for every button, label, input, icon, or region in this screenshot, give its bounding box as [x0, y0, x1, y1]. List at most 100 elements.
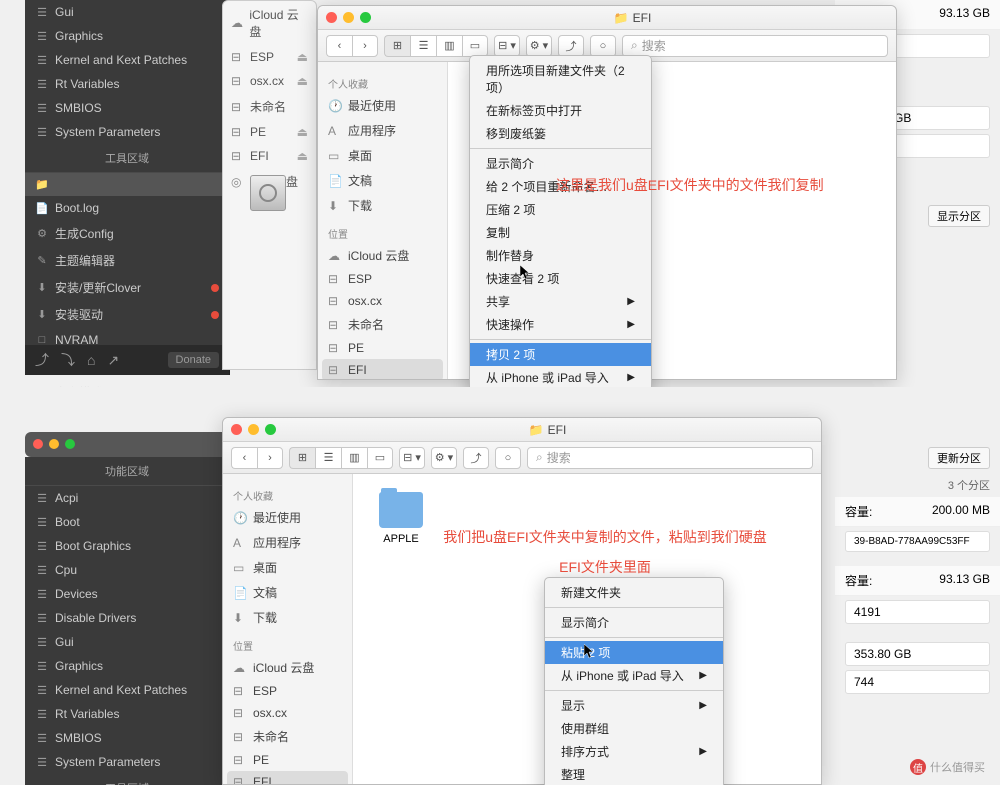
- clover-item[interactable]: ⚙生成Config: [25, 220, 229, 247]
- minimize-icon[interactable]: [343, 12, 354, 23]
- finder-sidebar-item[interactable]: ⬇下载: [318, 193, 447, 218]
- clover-item[interactable]: ☰Kernel and Kext Patches: [25, 678, 229, 702]
- menu-item[interactable]: 复制: [470, 221, 651, 244]
- export-icon[interactable]: ⤴: [35, 350, 49, 370]
- forward-button[interactable]: ›: [257, 447, 283, 469]
- finder-sidebar-item[interactable]: ☁iCloud 云盘: [223, 655, 352, 680]
- finder-sidebar-item[interactable]: 📄文稿: [223, 580, 352, 605]
- finder-sidebar-item[interactable]: A应用程序: [223, 530, 352, 555]
- minimize-icon[interactable]: [49, 439, 59, 449]
- clover-item[interactable]: ☰Boot Graphics: [25, 534, 229, 558]
- view-list-button[interactable]: ☰: [410, 35, 436, 57]
- view-gallery-button[interactable]: ▭: [367, 447, 393, 469]
- clover-item[interactable]: ☰Gui: [25, 630, 229, 654]
- finder-sidebar-item[interactable]: ⊟ESP: [223, 680, 352, 702]
- tags-button[interactable]: ○: [590, 35, 616, 57]
- behind-sidebar-item[interactable]: ⊟EFI⏏: [223, 144, 316, 168]
- menu-item[interactable]: 整理: [545, 763, 723, 785]
- menu-item[interactable]: 从 iPhone 或 iPad 导入▶: [545, 664, 723, 687]
- finder-sidebar-item[interactable]: ⊟未命名: [223, 724, 352, 749]
- finder-sidebar-item[interactable]: ⊟未命名: [318, 312, 447, 337]
- menu-item[interactable]: 在新标签页中打开: [470, 99, 651, 122]
- finder-sidebar-item[interactable]: 🕐最近使用: [223, 505, 352, 530]
- clover-item[interactable]: ⬇安装/更新Clover: [25, 274, 229, 301]
- menu-item[interactable]: 制作替身: [470, 244, 651, 267]
- behind-sidebar-item[interactable]: ⊟PE⏏: [223, 120, 316, 144]
- menu-item[interactable]: 移到废纸篓: [470, 122, 651, 145]
- home-icon[interactable]: ⌂: [87, 352, 95, 368]
- minimize-icon[interactable]: [248, 424, 259, 435]
- view-column-button[interactable]: ▥: [436, 35, 462, 57]
- share-button[interactable]: ⤴: [463, 447, 489, 469]
- search-input[interactable]: ⌕搜索: [527, 447, 813, 469]
- menu-item[interactable]: 快速操作▶: [470, 313, 651, 336]
- view-icon-button[interactable]: ⊞: [384, 35, 410, 57]
- share-icon[interactable]: ↗: [107, 352, 119, 369]
- clover-item[interactable]: ☰System Parameters: [25, 750, 229, 774]
- close-icon[interactable]: [231, 424, 242, 435]
- view-column-button[interactable]: ▥: [341, 447, 367, 469]
- group-button[interactable]: ⊟ ▾: [399, 447, 425, 469]
- close-icon[interactable]: [326, 12, 337, 23]
- action-button[interactable]: ⚙ ▾: [526, 35, 552, 57]
- back-button[interactable]: ‹: [231, 447, 257, 469]
- view-icon-button[interactable]: ⊞: [289, 447, 315, 469]
- traffic-lights[interactable]: [231, 424, 276, 435]
- clover-selected-item[interactable]: 📁: [25, 173, 229, 196]
- finder-sidebar-item[interactable]: 🕐最近使用: [318, 93, 447, 118]
- search-input[interactable]: ⌕搜索: [622, 35, 888, 57]
- menu-item[interactable]: 显示简介: [470, 152, 651, 175]
- finder-sidebar-item[interactable]: ⊟ESP: [318, 268, 447, 290]
- behind-sidebar-item[interactable]: ⊟osx.cx⏏: [223, 69, 316, 93]
- clover-item[interactable]: ☰Acpi: [25, 486, 229, 510]
- menu-item[interactable]: 显示简介: [545, 611, 723, 634]
- menu-item[interactable]: 排序方式▶: [545, 740, 723, 763]
- update-partition-button[interactable]: 更新分区: [928, 447, 990, 469]
- maximize-icon[interactable]: [265, 424, 276, 435]
- menu-item[interactable]: 粘贴 2 项: [545, 641, 723, 664]
- clover-item[interactable]: 📄Boot.log: [25, 196, 229, 220]
- menu-item[interactable]: 使用群组: [545, 717, 723, 740]
- finder-sidebar-item[interactable]: ▭桌面: [223, 555, 352, 580]
- clover-item[interactable]: ☰Cpu: [25, 558, 229, 582]
- back-button[interactable]: ‹: [326, 35, 352, 57]
- group-button[interactable]: ⊟ ▾: [494, 35, 520, 57]
- behind-sidebar-item[interactable]: ⊟未命名: [223, 93, 316, 120]
- clover-item[interactable]: ☰System Parameters: [25, 120, 229, 144]
- clover-item[interactable]: ⬇安装驱动: [25, 301, 229, 328]
- clover-item[interactable]: A文字模式: [25, 379, 229, 387]
- menu-item[interactable]: 新建文件夹: [545, 581, 723, 604]
- tags-button[interactable]: ○: [495, 447, 521, 469]
- finder-sidebar-item[interactable]: ⊟EFI: [322, 359, 443, 379]
- clover-item[interactable]: ☰Boot: [25, 510, 229, 534]
- menu-item[interactable]: 共享▶: [470, 290, 651, 313]
- view-list-button[interactable]: ☰: [315, 447, 341, 469]
- finder-sidebar-item[interactable]: ⊟osx.cx: [318, 290, 447, 312]
- finder-sidebar-item[interactable]: ⬇下载: [223, 605, 352, 630]
- finder-sidebar-item[interactable]: 📄文稿: [318, 168, 447, 193]
- clover-item[interactable]: ✎主题编辑器: [25, 247, 229, 274]
- behind-sidebar-item[interactable]: ☁iCloud 云盘: [223, 1, 316, 45]
- menu-item[interactable]: 用所选项目新建文件夹（2 项）: [470, 59, 651, 99]
- clover-item[interactable]: ☰SMBIOS: [25, 726, 229, 750]
- menu-item[interactable]: 快速查看 2 项: [470, 267, 651, 290]
- share-button[interactable]: ⤴: [558, 35, 584, 57]
- clover-item[interactable]: ☰Devices: [25, 582, 229, 606]
- finder-sidebar-item[interactable]: ☁iCloud 云盘: [318, 243, 447, 268]
- clover-item[interactable]: ☰Graphics: [25, 654, 229, 678]
- traffic-lights[interactable]: [326, 12, 371, 23]
- finder-sidebar-item[interactable]: A应用程序: [318, 118, 447, 143]
- menu-item[interactable]: 从 iPhone 或 iPad 导入▶: [470, 366, 651, 387]
- clover-item[interactable]: ☰Kernel and Kext Patches: [25, 48, 229, 72]
- clover-item[interactable]: ☰Gui: [25, 0, 229, 24]
- finder-sidebar-item[interactable]: ⊟EFI: [227, 771, 348, 784]
- action-button[interactable]: ⚙ ▾: [431, 447, 457, 469]
- finder-sidebar-item[interactable]: ▭桌面: [318, 143, 447, 168]
- clover-item[interactable]: ☰Rt Variables: [25, 702, 229, 726]
- forward-button[interactable]: ›: [352, 35, 378, 57]
- import-icon[interactable]: ⤵: [61, 350, 75, 370]
- menu-item[interactable]: 拷贝 2 项: [470, 343, 651, 366]
- view-gallery-button[interactable]: ▭: [462, 35, 488, 57]
- close-icon[interactable]: [33, 439, 43, 449]
- finder-sidebar-item[interactable]: ⊟PE: [318, 337, 447, 359]
